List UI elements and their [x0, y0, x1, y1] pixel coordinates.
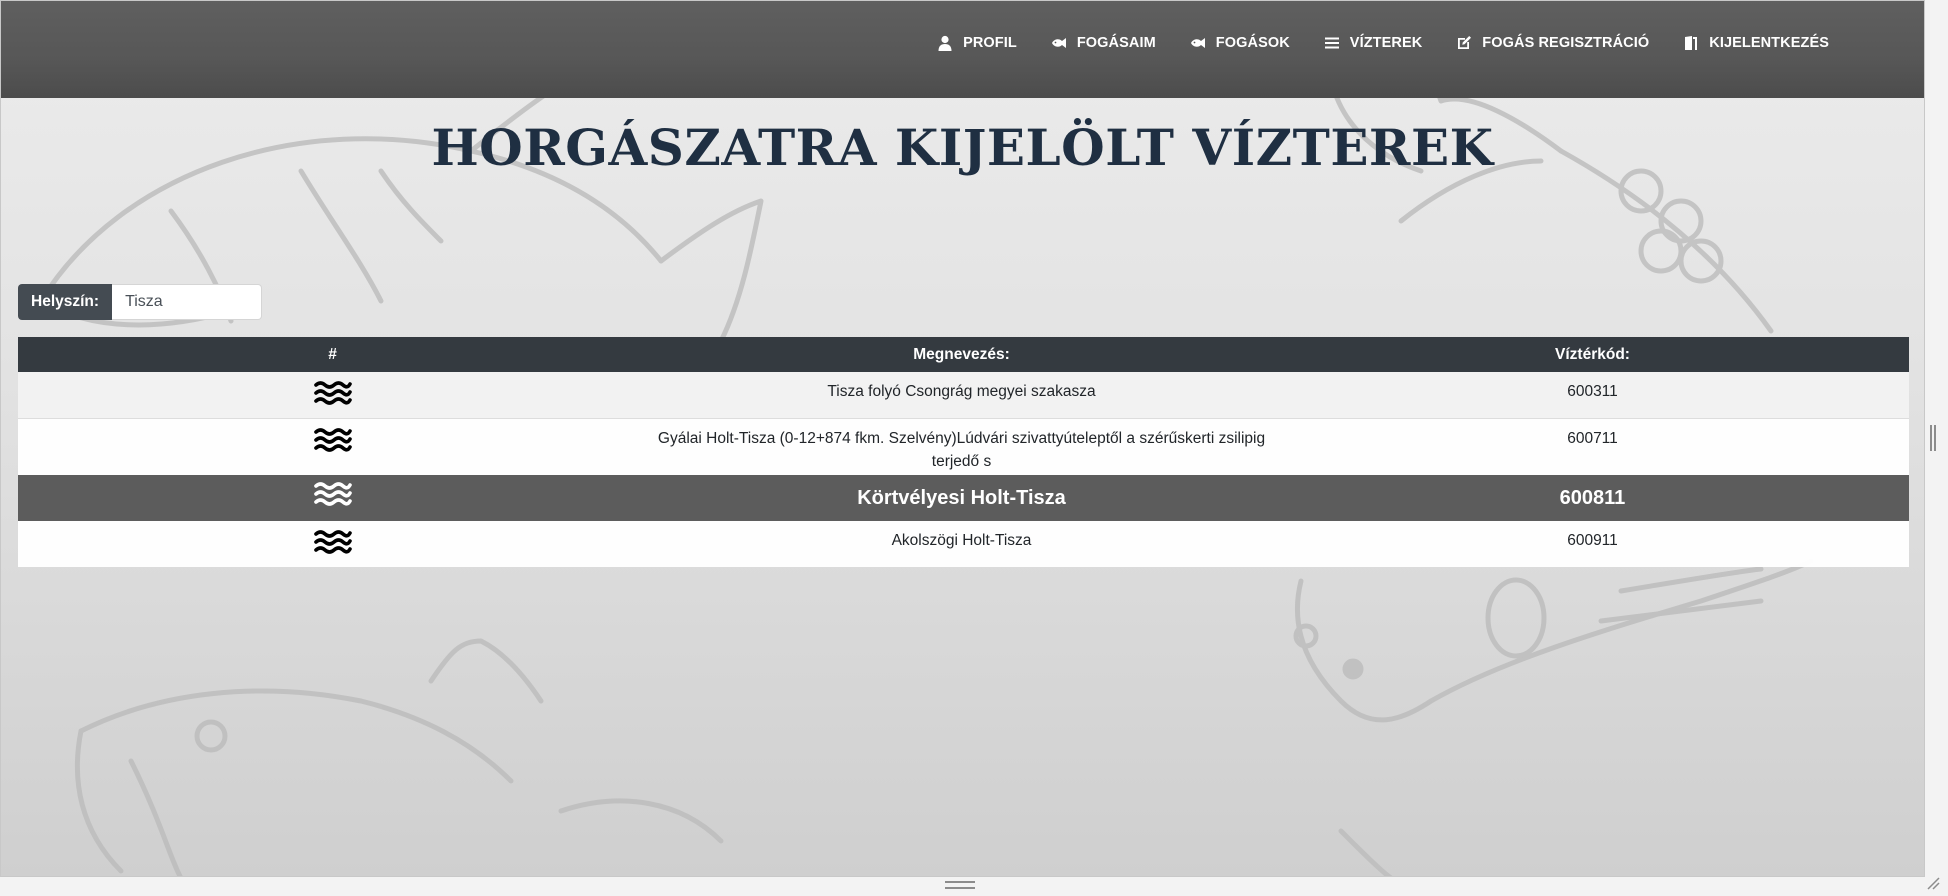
water-code: 600711	[1276, 418, 1909, 475]
table-row[interactable]: Akolszögi Holt-Tisza 600911	[18, 521, 1909, 567]
row-name-cell: Tisza folyó Csongrág megyei szakasza	[647, 372, 1276, 419]
nav-item-label: FOGÁSAIM	[1076, 35, 1156, 51]
nav-item-profil[interactable]: PROFIL	[937, 31, 1017, 55]
location-search-input[interactable]	[112, 284, 263, 320]
row-icon-cell	[18, 475, 647, 521]
table-row[interactable]: Gyálai Holt-Tisza (0-12+874 fkm. Szelvén…	[18, 418, 1909, 475]
nav-item-fogasok[interactable]: FOGÁSOK	[1190, 31, 1290, 55]
location-filter: Helyszín:	[18, 284, 263, 320]
water-icon	[1324, 37, 1339, 49]
nav-item-fogas-regisztracio[interactable]: FOGÁS REGISZTRÁCIÓ	[1456, 31, 1649, 55]
fish-icon	[1051, 38, 1066, 48]
nav-item-label: KIJELENTKEZÉS	[1709, 35, 1829, 51]
water-name: Gyálai Holt-Tisza (0-12+874 fkm. Szelvén…	[657, 429, 1266, 470]
water-code: 600311	[1276, 372, 1909, 419]
column-header-code: Víztérkód:	[1276, 337, 1909, 372]
row-icon-cell	[18, 372, 647, 419]
water-name: Tisza folyó Csongrág megyei szakasza	[827, 383, 1096, 400]
corner-resize-icon[interactable]	[1925, 875, 1941, 891]
logout-icon	[1685, 36, 1698, 50]
water-waves-icon	[313, 381, 352, 405]
nav-item-kijelentkezes[interactable]: KIJELENTKEZÉS	[1683, 31, 1829, 55]
row-name-cell: Gyálai Holt-Tisza (0-12+874 fkm. Szelvén…	[647, 418, 1276, 475]
nav-item-label: FOGÁSOK	[1215, 35, 1290, 51]
row-name-cell: Körtvélyesi Holt-Tisza	[647, 475, 1276, 521]
top-navbar: PROFIL FOGÁSAIM FOGÁSOK VÍZTEREK FOGÁS R…	[1, 1, 1924, 98]
row-icon-cell	[18, 521, 647, 567]
waters-table: # Megnevezés: Víztérkód: Tisza folyó Cso…	[18, 337, 1909, 567]
nav-item-vizterek[interactable]: VÍZTEREK	[1324, 31, 1423, 55]
page-title: HORGÁSZATRA KIJELÖLT VÍZTEREK	[431, 118, 1494, 177]
fish-icon	[1190, 38, 1205, 48]
nav-item-label: VÍZTEREK	[1349, 35, 1423, 51]
edit-icon	[1458, 36, 1472, 49]
row-name-cell: Akolszögi Holt-Tisza	[647, 521, 1276, 567]
location-filter-label: Helyszín:	[18, 284, 113, 320]
side-resize-handle[interactable]	[1930, 425, 1936, 451]
water-waves-icon	[313, 427, 352, 452]
water-name: Akolszögi Holt-Tisza	[891, 532, 1032, 549]
water-code: 600811	[1276, 475, 1909, 521]
nav-item-label: FOGÁS REGISZTRÁCIÓ	[1482, 35, 1650, 51]
water-waves-icon	[313, 530, 352, 554]
nav-menu: PROFIL FOGÁSAIM FOGÁSOK VÍZTEREK FOGÁS R…	[903, 31, 1829, 55]
nav-item-fogasaim[interactable]: FOGÁSAIM	[1051, 31, 1156, 55]
browser-viewport: PROFIL FOGÁSAIM FOGÁSOK VÍZTEREK FOGÁS R…	[0, 0, 1925, 877]
table-header-row: # Megnevezés: Víztérkód:	[18, 337, 1909, 372]
water-waves-icon	[313, 482, 352, 506]
water-code: 600911	[1276, 521, 1909, 567]
user-icon	[938, 35, 952, 51]
column-header-index: #	[18, 337, 647, 372]
table-row-highlighted[interactable]: Körtvélyesi Holt-Tisza 600811	[18, 475, 1909, 521]
column-header-name: Megnevezés:	[647, 337, 1276, 372]
bottom-resize-handle[interactable]	[945, 881, 975, 889]
row-icon-cell	[18, 418, 647, 475]
table-row[interactable]: Tisza folyó Csongrág megyei szakasza 600…	[18, 372, 1909, 419]
nav-item-label: PROFIL	[963, 35, 1017, 51]
water-name: Körtvélyesi Holt-Tisza	[857, 486, 1066, 509]
